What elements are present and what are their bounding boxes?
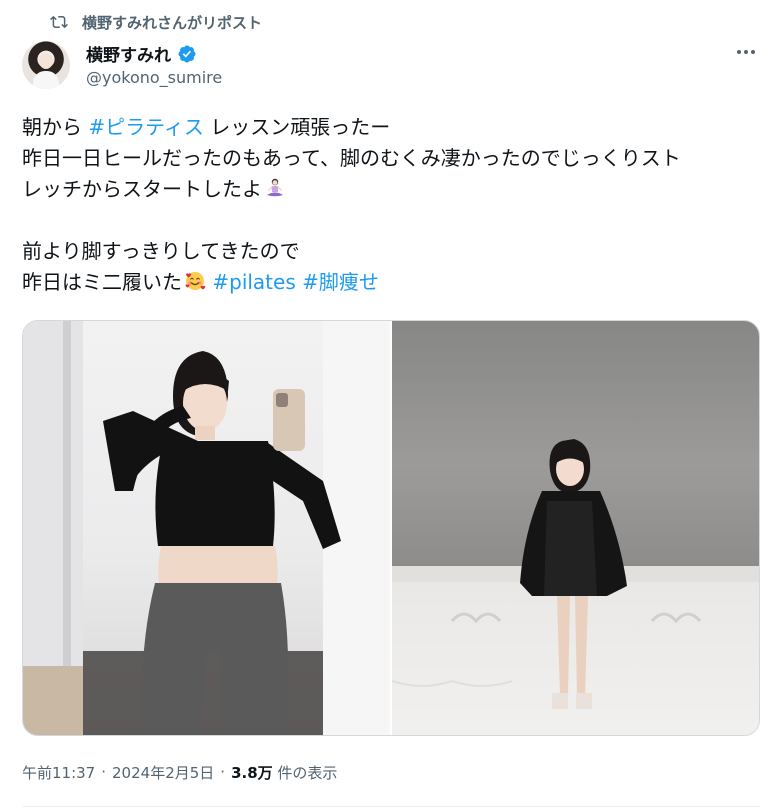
tweet-line-5: 前より脚すっきりしてきたので bbox=[22, 239, 300, 263]
repost-label: 横野すみれさんがリポスト bbox=[82, 13, 263, 32]
media-grid bbox=[22, 320, 760, 736]
more-dot-icon bbox=[744, 50, 748, 54]
more-options-button[interactable] bbox=[734, 40, 758, 64]
divider bbox=[22, 806, 760, 807]
tweet-line-3: レッチからスタートしたよ bbox=[22, 174, 762, 205]
seated-outfit-illustration bbox=[392, 439, 759, 709]
tweet-text: 朝から #ピラティス レッスン頑張ったー 昨日一日ヒールだったのもあって、脚のむ… bbox=[22, 112, 762, 298]
mirror-selfie-illustration bbox=[23, 321, 390, 735]
person-in-lotus-position-emoji bbox=[267, 178, 283, 197]
tweet-line-1: 朝から #ピラティス レッスン頑張ったー bbox=[22, 115, 391, 139]
views-label: 件の表示 bbox=[277, 763, 338, 782]
tweet-line-2: 昨日一日ヒールだったのもあって、脚のむくみ凄かったのでじっくりスト bbox=[22, 146, 681, 170]
mirror-selfie-photo[interactable] bbox=[23, 321, 390, 735]
more-dot-icon bbox=[751, 50, 755, 54]
avatar[interactable] bbox=[22, 41, 70, 89]
footer-separator: · bbox=[220, 763, 226, 781]
author-handle[interactable]: @yokono_sumire bbox=[86, 68, 222, 87]
author-name-row[interactable]: 横野すみれ bbox=[86, 41, 197, 66]
tweet-line-6: 昨日はミ二履いた #pilates #脚痩せ bbox=[22, 270, 379, 294]
author-display-name[interactable]: 横野すみれ bbox=[86, 41, 171, 66]
tweet-date[interactable]: 2024年2月5日 bbox=[112, 762, 214, 783]
more-dot-icon bbox=[737, 50, 741, 54]
smiling-face-with-hearts-emoji bbox=[185, 272, 206, 290]
hashtag-leg-slimming[interactable]: #脚痩せ bbox=[302, 270, 379, 294]
tweet-footer: 午前11:37 · 2024年2月5日 · 3.8万 件の表示 bbox=[22, 760, 337, 784]
repost-indicator[interactable]: 横野すみれさんがリポスト bbox=[50, 10, 262, 34]
hashtag-pilates-jp[interactable]: #ピラティス bbox=[88, 115, 204, 139]
hashtag-pilates[interactable]: #pilates bbox=[212, 270, 295, 294]
views-count: 3.8万 bbox=[231, 763, 273, 782]
repost-icon bbox=[50, 15, 68, 29]
tweet-time[interactable]: 午前11:37 bbox=[22, 762, 95, 783]
seated-outfit-photo[interactable] bbox=[392, 321, 759, 735]
footer-separator: · bbox=[101, 763, 107, 781]
verified-badge-icon bbox=[178, 44, 196, 63]
